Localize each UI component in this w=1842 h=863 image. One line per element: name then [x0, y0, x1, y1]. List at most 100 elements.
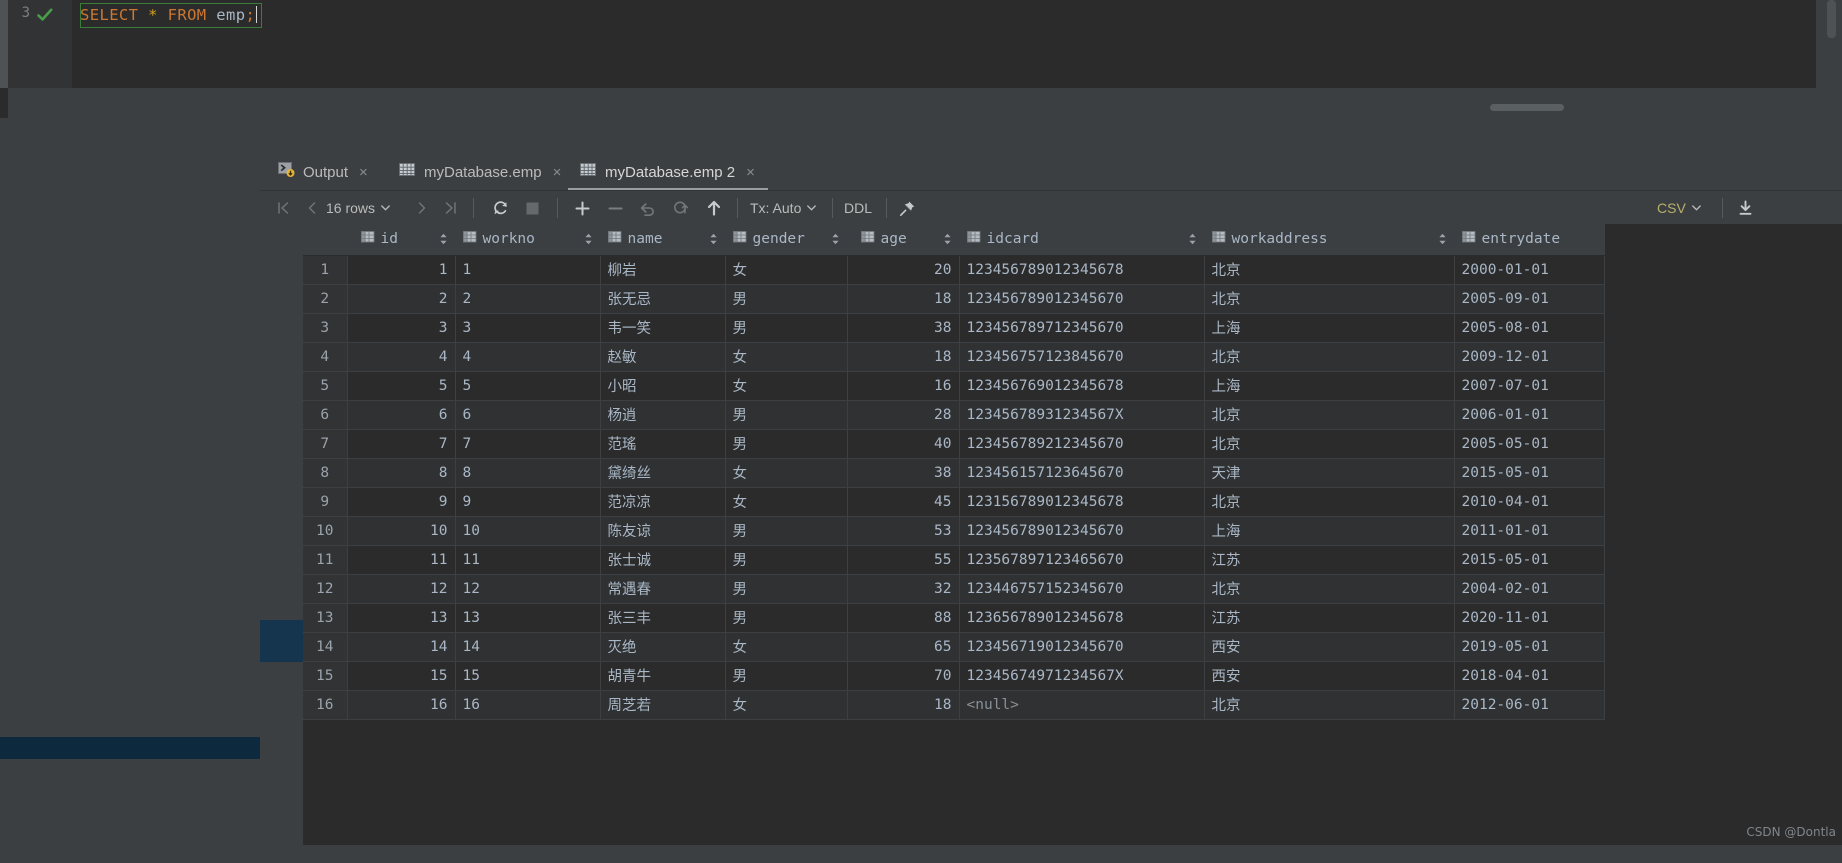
code-text-area[interactable]: SELECT * FROM emp;	[72, 0, 1842, 88]
cell-workaddress[interactable]: 上海	[1204, 371, 1455, 401]
cell-idcard[interactable]: 123656789012345678	[959, 603, 1205, 633]
cell-age[interactable]: 40	[847, 429, 960, 459]
cell-id[interactable]: 16	[347, 690, 456, 720]
cell-workaddress[interactable]: 北京	[1204, 255, 1455, 285]
cell-idcard[interactable]: 123456789012345678	[959, 255, 1205, 285]
last-page-button[interactable]	[438, 191, 464, 225]
cell-age[interactable]: 88	[847, 603, 960, 633]
table-row[interactable]: 12 12 12 常遇春男 32 123446757152345670 北京 2004-02-…	[303, 574, 1605, 604]
table-row[interactable]: 16 16 16 周芝若女 18 <null> 北京 2012-06-01	[303, 690, 1605, 720]
row-count-selector[interactable]: 16 rows	[326, 191, 390, 225]
column-header-name[interactable]: name	[600, 224, 726, 256]
cell-idcard[interactable]: 123456789712345670	[959, 313, 1205, 343]
previous-page-button[interactable]	[300, 191, 324, 225]
cell-entrydate[interactable]: 2019-05-01	[1454, 632, 1605, 662]
cell-workaddress[interactable]: 江苏	[1204, 603, 1455, 633]
cell-gender[interactable]: 男	[725, 313, 848, 343]
cell-entrydate[interactable]: 2011-01-01	[1454, 516, 1605, 546]
cell-age[interactable]: 16	[847, 371, 960, 401]
next-page-button[interactable]	[410, 191, 434, 225]
cell-workaddress[interactable]: 北京	[1204, 284, 1455, 314]
cell-name[interactable]: 张士诚	[600, 545, 726, 575]
table-row[interactable]: 4 4 4 赵敏女 18 123456757123845670 北京 2009-12-01	[303, 342, 1605, 372]
table-row[interactable]: 5 5 5 小昭女 16 123456769012345678 上海 2007-07-01	[303, 371, 1605, 401]
cell-age[interactable]: 32	[847, 574, 960, 604]
table-row[interactable]: 3 3 3 韦一笑男 38 123456789712345670 上海 2005-08-01	[303, 313, 1605, 343]
ddl-button[interactable]: DDL	[844, 191, 872, 225]
cell-workno[interactable]: 13	[455, 603, 601, 633]
add-row-button[interactable]	[568, 191, 596, 225]
column-header-workaddress[interactable]: workaddress	[1204, 224, 1455, 256]
table-row[interactable]: 2 2 2 张无忌男 18 123456789012345670 北京 2005-09-01	[303, 284, 1605, 314]
column-header-id[interactable]: id	[347, 224, 456, 256]
cell-entrydate[interactable]: 2005-08-01	[1454, 313, 1605, 343]
cell-workno[interactable]: 5	[455, 371, 601, 401]
sort-indicator-icon[interactable]	[584, 233, 593, 245]
cell-idcard[interactable]: 123156789012345678	[959, 487, 1205, 517]
cell-age[interactable]: 45	[847, 487, 960, 517]
cell-idcard[interactable]: 123456757123845670	[959, 342, 1205, 372]
cell-workno[interactable]: 1	[455, 255, 601, 285]
cell-age[interactable]: 53	[847, 516, 960, 546]
cell-workno[interactable]: 12	[455, 574, 601, 604]
cell-idcard[interactable]: 12345678931234567X	[959, 400, 1205, 430]
cell-workaddress[interactable]: 北京	[1204, 429, 1455, 459]
cell-gender[interactable]: 女	[725, 255, 848, 285]
rollback-button[interactable]	[667, 191, 695, 225]
cell-id[interactable]: 10	[347, 516, 456, 546]
pin-button[interactable]	[892, 191, 922, 225]
revert-changes-button[interactable]	[634, 191, 662, 225]
cell-age[interactable]: 65	[847, 632, 960, 662]
row-number-cell[interactable]: 14	[303, 632, 348, 662]
tab-mydatabase-emp[interactable]: myDatabase.emp ×	[399, 154, 561, 190]
cell-workno[interactable]: 11	[455, 545, 601, 575]
cell-workaddress[interactable]: 西安	[1204, 632, 1455, 662]
cell-workno[interactable]: 8	[455, 458, 601, 488]
table-row[interactable]: 11 11 11 张士诚男 55 123567897123465670 江苏 2015-05-…	[303, 545, 1605, 575]
cell-gender[interactable]: 男	[725, 400, 848, 430]
cell-workno[interactable]: 9	[455, 487, 601, 517]
cell-entrydate[interactable]: 2015-05-01	[1454, 458, 1605, 488]
cell-name[interactable]: 范凉凉	[600, 487, 726, 517]
cell-idcard[interactable]: 123456719012345670	[959, 632, 1205, 662]
cell-entrydate[interactable]: 2015-05-01	[1454, 545, 1605, 575]
table-row[interactable]: 7 7 7 范瑤男 40 123456789212345670 北京 2005-05-01	[303, 429, 1605, 459]
cell-workno[interactable]: 3	[455, 313, 601, 343]
row-number-cell[interactable]: 8	[303, 458, 348, 488]
cell-entrydate[interactable]: 2020-11-01	[1454, 603, 1605, 633]
cell-name[interactable]: 张三丰	[600, 603, 726, 633]
close-icon[interactable]: ×	[359, 165, 368, 180]
cell-name[interactable]: 灭绝	[600, 632, 726, 662]
cell-age[interactable]: 18	[847, 342, 960, 372]
cell-idcard[interactable]: 123567897123465670	[959, 545, 1205, 575]
sort-indicator-icon[interactable]	[709, 233, 718, 245]
cell-idcard[interactable]: 123446757152345670	[959, 574, 1205, 604]
cell-workno[interactable]: 4	[455, 342, 601, 372]
cell-gender[interactable]: 女	[725, 458, 848, 488]
cell-gender[interactable]: 女	[725, 487, 848, 517]
cell-workaddress[interactable]: 上海	[1204, 313, 1455, 343]
sort-indicator-icon[interactable]	[439, 233, 448, 245]
cell-idcard[interactable]: 123456789012345670	[959, 284, 1205, 314]
row-number-cell[interactable]: 11	[303, 545, 348, 575]
cell-id[interactable]: 8	[347, 458, 456, 488]
cell-gender[interactable]: 女	[725, 690, 848, 720]
cell-workno[interactable]: 15	[455, 661, 601, 691]
table-row[interactable]: 1 1 1 柳岩女 20 123456789012345678 北京 2000-01-01	[303, 255, 1605, 285]
cell-gender[interactable]: 女	[725, 342, 848, 372]
table-row[interactable]: 15 15 15 胡青牛男 70 12345674971234567X 西安 2018-04-…	[303, 661, 1605, 691]
sort-indicator-icon[interactable]	[1188, 233, 1197, 245]
cell-entrydate[interactable]: 2005-05-01	[1454, 429, 1605, 459]
cell-name[interactable]: 赵敏	[600, 342, 726, 372]
reload-button[interactable]	[486, 191, 514, 225]
table-row[interactable]: 9 9 9 范凉凉女 45 123156789012345678 北京 2010-04-01	[303, 487, 1605, 517]
cell-workaddress[interactable]: 西安	[1204, 661, 1455, 691]
sort-indicator-icon[interactable]	[1438, 233, 1447, 245]
cell-id[interactable]: 12	[347, 574, 456, 604]
cell-idcard[interactable]: 123456789012345670	[959, 516, 1205, 546]
export-format-selector[interactable]: CSV	[1657, 191, 1701, 225]
row-number-cell[interactable]: 5	[303, 371, 348, 401]
cell-gender[interactable]: 女	[725, 632, 848, 662]
row-number-cell[interactable]: 12	[303, 574, 348, 604]
cell-id[interactable]: 9	[347, 487, 456, 517]
